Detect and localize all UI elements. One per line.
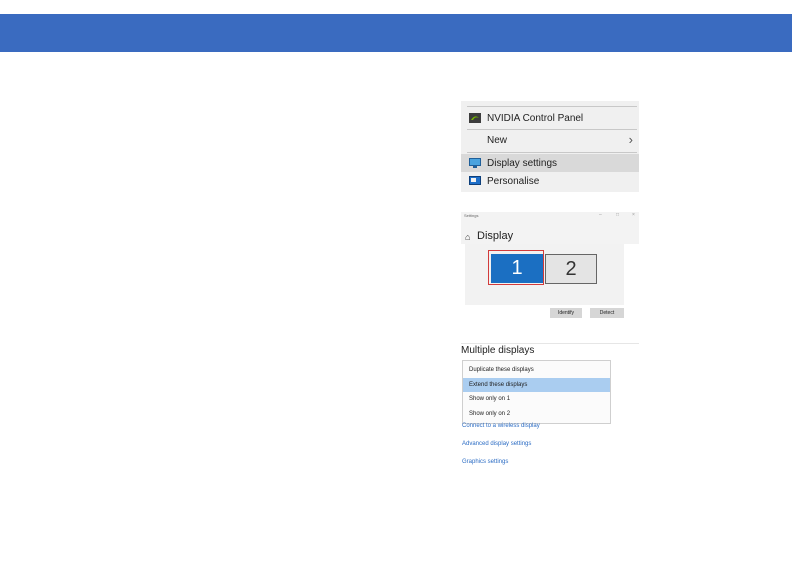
close-icon[interactable]: ×: [632, 212, 635, 218]
detect-button[interactable]: Detect: [590, 308, 624, 318]
identify-button[interactable]: Identify: [550, 308, 582, 318]
personalise-icon: [469, 176, 481, 185]
monitor-2[interactable]: 2: [545, 254, 597, 284]
menu-item-label: Display settings: [487, 158, 558, 169]
maximize-icon[interactable]: □: [616, 212, 619, 218]
menu-item-personalise[interactable]: Personalise: [461, 172, 639, 190]
option-duplicate[interactable]: Duplicate these displays: [463, 363, 610, 377]
option-label: Duplicate these displays: [469, 367, 534, 373]
option-show-only-2[interactable]: Show only on 2: [463, 407, 610, 421]
top-banner: [0, 14, 792, 52]
chevron-right-icon: ›: [628, 132, 633, 147]
menu-separator: [467, 129, 637, 130]
menu-item-label: New: [487, 135, 508, 146]
settings-window: Settings – □ × ⌂ Display: [461, 212, 639, 244]
display-settings-icon: [469, 158, 481, 168]
link-connect-wireless-display[interactable]: Connect to a wireless display: [462, 423, 540, 429]
window-title: Settings: [464, 213, 479, 218]
option-extend[interactable]: Extend these displays: [463, 378, 610, 392]
menu-item-display-settings[interactable]: Display settings: [461, 154, 639, 172]
minimize-icon[interactable]: –: [599, 212, 602, 218]
option-label: Show only on 2: [469, 411, 511, 417]
option-show-only-1[interactable]: Show only on 1: [463, 392, 610, 406]
link-advanced-display-settings[interactable]: Advanced display settings: [462, 441, 531, 447]
menu-separator: [467, 106, 637, 107]
multiple-displays-heading: Multiple displays: [461, 345, 535, 356]
menu-item-label: NVIDIA Control Panel: [487, 113, 584, 124]
link-graphics-settings[interactable]: Graphics settings: [462, 459, 508, 465]
menu-item-label: Personalise: [487, 176, 540, 187]
multiple-displays-dropdown[interactable]: Duplicate these displays Extend these di…: [462, 360, 611, 424]
menu-item-nvidia-control-panel[interactable]: NVIDIA Control Panel: [461, 109, 639, 127]
nvidia-icon: [469, 113, 481, 123]
option-label: Show only on 1: [469, 396, 511, 402]
selection-highlight-frame: [488, 250, 544, 285]
menu-separator: [467, 152, 637, 153]
option-label: Extend these displays: [469, 382, 528, 388]
menu-item-new[interactable]: New ›: [461, 131, 639, 149]
section-divider: [461, 343, 639, 344]
desktop-context-menu: NVIDIA Control Panel New › Display setti…: [461, 101, 639, 192]
page-title: Display: [477, 230, 514, 242]
home-icon[interactable]: ⌂: [465, 232, 470, 242]
